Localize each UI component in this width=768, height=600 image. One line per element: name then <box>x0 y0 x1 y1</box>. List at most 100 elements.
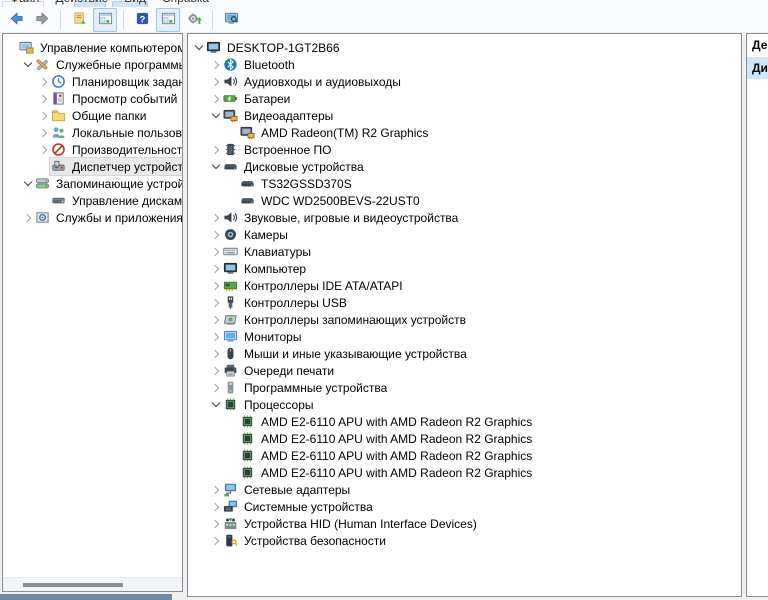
expander-icon[interactable] <box>209 107 222 124</box>
expander-icon[interactable] <box>209 260 222 277</box>
forward-button[interactable] <box>30 8 54 32</box>
tree-item-label: Службы и приложения <box>56 210 183 225</box>
tree-item[interactable]: AMD E2-6110 APU with AMD Radeon R2 Graph… <box>188 464 741 481</box>
tree-item[interactable]: WDC WD2500BEVS-22UST0 <box>188 192 741 209</box>
expander-icon[interactable] <box>209 158 222 175</box>
display-adapter-icon <box>239 125 255 140</box>
tree-item[interactable]: Камеры <box>188 226 741 243</box>
expander-icon[interactable] <box>209 498 222 515</box>
expander-icon[interactable] <box>209 345 222 362</box>
tree-item[interactable]: Диспетчер устройств <box>3 157 182 176</box>
expander-icon[interactable] <box>209 379 222 396</box>
tree-item[interactable]: Мыши и иные указывающие устройства <box>188 345 741 362</box>
display-adapter-icon <box>222 108 238 123</box>
local-users-icon <box>50 125 66 140</box>
tree-item[interactable]: AMD E2-6110 APU with AMD Radeon R2 Graph… <box>188 447 741 464</box>
expander-icon[interactable] <box>209 396 222 413</box>
expander-icon[interactable] <box>21 56 34 73</box>
menu-item[interactable]: Вид <box>124 0 146 5</box>
tree-item[interactable]: Контроллеры IDE ATA/ATAPI <box>188 277 741 294</box>
tree-item[interactable]: Аудиовходы и аудиовыходы <box>188 73 741 90</box>
expander-icon[interactable] <box>209 311 222 328</box>
expander-icon[interactable] <box>37 124 50 141</box>
tree-item[interactable]: Служебные программы <box>3 56 182 73</box>
tree-item[interactable]: AMD E2-6110 APU with AMD Radeon R2 Graph… <box>188 413 741 430</box>
tree-item-label: Клавиатуры <box>244 244 311 259</box>
tree-item[interactable]: Службы и приложения <box>3 209 182 226</box>
computer-icon <box>222 261 238 276</box>
tree-item[interactable]: Планировщик заданий <box>3 73 182 90</box>
tree-item-label: Очереди печати <box>244 363 335 378</box>
tree-item[interactable]: Видеоадаптеры <box>188 107 741 124</box>
expander-icon[interactable] <box>209 294 222 311</box>
expander-icon[interactable] <box>209 532 222 549</box>
tree-item[interactable]: Мониторы <box>188 328 741 345</box>
tree-item[interactable]: Запоминающие устройства <box>3 175 182 192</box>
expander-icon[interactable] <box>37 107 50 124</box>
tree-item[interactable]: Управление дисками <box>3 192 182 209</box>
tree-item[interactable]: Локальные пользователи и группы <box>3 124 182 141</box>
expander-icon[interactable] <box>209 481 222 498</box>
back-icon <box>9 11 24 29</box>
actions-pane-item[interactable]: Диспетчер устройств <box>747 58 768 79</box>
expander-icon[interactable] <box>209 141 222 158</box>
expander-icon[interactable] <box>21 209 34 226</box>
tree-item[interactable]: Компьютер <box>188 260 741 277</box>
tree-item[interactable]: Программные устройства <box>188 379 741 396</box>
expander-icon[interactable] <box>209 277 222 294</box>
tree-item[interactable]: Просмотр событий <box>3 90 182 107</box>
tree-item[interactable]: Устройства HID (Human Interface Devices) <box>188 515 741 532</box>
tree-item[interactable]: Системные устройства <box>188 498 741 515</box>
expander-icon[interactable] <box>209 226 222 243</box>
help-button[interactable]: ? <box>130 8 154 32</box>
tree-item-label: Устройства HID (Human Interface Devices) <box>244 516 477 531</box>
tree-item[interactable]: Контроллеры запоминающих устройств <box>188 311 741 328</box>
tree-item[interactable]: Дисковые устройства <box>188 158 741 175</box>
expander-icon[interactable] <box>209 328 222 345</box>
tree-item[interactable]: Очереди печати <box>188 362 741 379</box>
expander-icon[interactable] <box>209 362 222 379</box>
expander-icon[interactable] <box>209 243 222 260</box>
update-driver-button[interactable] <box>182 8 206 32</box>
back-button[interactable] <box>4 8 28 32</box>
tree-item[interactable]: Процессоры <box>188 396 741 413</box>
tree-item[interactable]: AMD E2-6110 APU with AMD Radeon R2 Graph… <box>188 430 741 447</box>
tree-item[interactable]: Клавиатуры <box>188 243 741 260</box>
tree-item[interactable]: Управление компьютером (локальным) <box>3 39 182 56</box>
tree-item[interactable]: Встроенное ПО <box>188 141 741 158</box>
tree-item[interactable]: AMD Radeon(TM) R2 Graphics <box>188 124 741 141</box>
tree-item[interactable]: Общие папки <box>3 107 182 124</box>
tree-item[interactable]: Производительность <box>3 141 182 158</box>
menu-item[interactable]: Действие <box>56 0 109 5</box>
export-list-button[interactable] <box>67 8 91 32</box>
scrollbar-thumb[interactable] <box>23 583 123 587</box>
tree-item[interactable]: TS32GSSD370S <box>188 175 741 192</box>
toggle-action-pane-button[interactable] <box>156 7 180 32</box>
menu-item[interactable]: Файл <box>10 0 40 5</box>
tree-item[interactable]: Устройства безопасности <box>188 532 741 549</box>
tree-item[interactable]: Звуковые, игровые и видеоустройства <box>188 209 741 226</box>
expander-icon[interactable] <box>21 175 34 192</box>
tree-item[interactable]: Bluetooth <box>188 56 741 73</box>
horizontal-scrollbar[interactable] <box>3 577 182 591</box>
expander-icon[interactable] <box>209 73 222 90</box>
tree-item[interactable]: Сетевые адаптеры <box>188 481 741 498</box>
tree-item-label: Видеоадаптеры <box>244 108 334 123</box>
menu-item[interactable]: Справка <box>162 0 209 5</box>
actions-panel: Действия Диспетчер устройств <box>746 33 768 597</box>
tree-item[interactable]: Контроллеры USB <box>188 294 741 311</box>
expander-icon[interactable] <box>37 90 50 107</box>
scan-hardware-changes-button[interactable] <box>219 8 243 32</box>
expander-icon[interactable] <box>209 56 222 73</box>
toggle-console-tree-button[interactable] <box>93 7 117 32</box>
expander-icon[interactable] <box>192 39 205 56</box>
tree-item[interactable]: DESKTOP-1GT2B66 <box>188 39 741 56</box>
expander-icon[interactable] <box>209 90 222 107</box>
expander-icon[interactable] <box>37 141 50 158</box>
expander-icon[interactable] <box>37 73 50 90</box>
tree-item[interactable]: Батареи <box>188 90 741 107</box>
expander-icon[interactable] <box>209 515 222 532</box>
expander-icon[interactable] <box>209 209 222 226</box>
